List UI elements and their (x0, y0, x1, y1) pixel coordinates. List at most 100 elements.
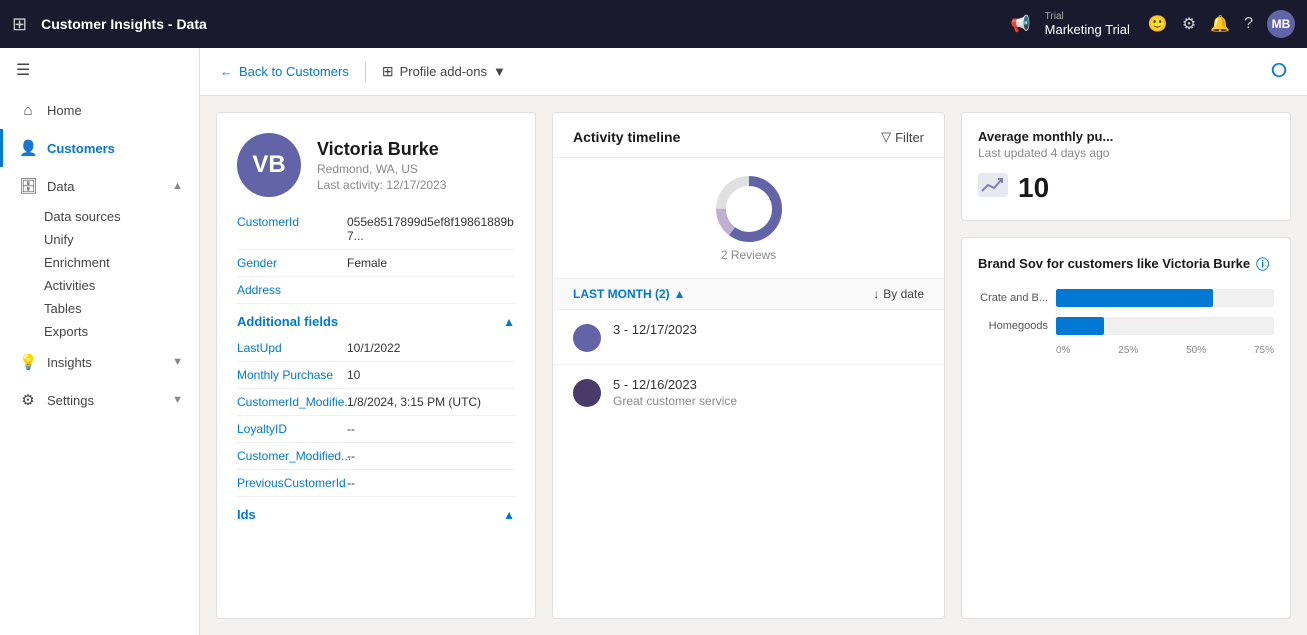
period-text: LAST MONTH (2) (573, 287, 670, 301)
smile-icon[interactable]: 🙂 (1148, 14, 1168, 34)
activity-title: Activity timeline (573, 129, 680, 145)
field-label-lastupd: LastUpd (237, 341, 347, 355)
sidebar-label-unify: Unify (44, 232, 74, 247)
metric-updated: Last updated 4 days ago (978, 146, 1274, 160)
brand-title: Brand Sov for customers like Victoria Bu… (978, 254, 1274, 273)
brand-bar-row-1: Homegoods (978, 317, 1274, 335)
grid-icon[interactable]: ⊞ (12, 14, 27, 35)
sidebar-item-customers[interactable]: 👤 Customers (0, 129, 199, 167)
filter-icon: ▽ (881, 129, 891, 145)
sidebar-item-tables[interactable]: Tables (0, 297, 199, 320)
customer-last-activity: Last activity: 12/17/2023 (317, 178, 446, 192)
bell-icon[interactable]: 🔔 (1210, 14, 1230, 34)
axis-label-0: 0% (1056, 345, 1070, 356)
activity-info-1: 5 - 12/16/2023 Great customer service (613, 377, 924, 408)
sidebar-item-data-sources[interactable]: Data sources (0, 205, 199, 228)
additional-fields-toggle-icon: ▲ (503, 315, 515, 329)
additional-fields-content: LastUpd 10/1/2022 Monthly Purchase 10 Cu… (217, 335, 535, 497)
ci-logo-icon: ⭘ (1271, 60, 1287, 83)
metric-value-row: 10 (978, 172, 1274, 204)
axis-label-1: 25% (1118, 345, 1138, 356)
help-icon[interactable]: ? (1244, 15, 1253, 33)
chevron-down-icon-addons: ▼ (493, 64, 506, 79)
activity-donut-chart (714, 174, 784, 244)
metric-value: 10 (1018, 172, 1049, 204)
ids-label: Ids (237, 507, 256, 522)
sidebar-label-activities: Activities (44, 278, 95, 293)
trial-name: Marketing Trial (1045, 22, 1130, 37)
additional-fields-section[interactable]: Additional fields ▲ (217, 304, 535, 335)
customer-info: Victoria Burke Redmond, WA, US Last acti… (317, 139, 446, 192)
sidebar-label-tables: Tables (44, 301, 82, 316)
metric-title: Average monthly pu... (978, 129, 1274, 144)
sidebar-item-insights[interactable]: 💡 Insights ▼ (0, 343, 199, 381)
donut-label: 2 Reviews (721, 248, 776, 262)
chevron-up-icon-period: ▲ (674, 287, 686, 301)
bar-axis: 0% 25% 50% 75% (978, 345, 1274, 356)
sidebar-item-settings[interactable]: ⚙ Settings ▼ (0, 381, 199, 419)
sort-label: By date (883, 287, 924, 301)
activity-dot-0 (573, 324, 601, 352)
brand-chart: Crate and B... Homegoods 0 (978, 289, 1274, 356)
metric-card: Average monthly pu... Last updated 4 day… (961, 112, 1291, 221)
customer-card: VB Victoria Burke Redmond, WA, US Last a… (216, 112, 536, 619)
activity-period-bar: LAST MONTH (2) ▲ ↓ By date (553, 278, 944, 309)
sidebar-item-activities[interactable]: Activities (0, 274, 199, 297)
profile-addons-button[interactable]: ⊞ Profile add-ons ▼ (382, 63, 506, 80)
chevron-down-icon-insights: ▼ (172, 356, 183, 368)
additional-fields-label: Additional fields (237, 314, 338, 329)
activity-header: Activity timeline ▽ Filter (553, 113, 944, 158)
announcement-icon[interactable]: 📢 (1011, 14, 1031, 34)
axis-label-2: 50% (1186, 345, 1206, 356)
data-icon: 🗄 (19, 177, 37, 195)
activity-main-1: 5 - 12/16/2023 (613, 377, 924, 392)
field-row-customerid: CustomerId 055e8517899d5ef8f19861889b7..… (237, 209, 515, 250)
field-row-address: Address (237, 277, 515, 304)
sidebar-item-exports[interactable]: Exports (0, 320, 199, 343)
bar-container-0 (1056, 289, 1274, 307)
sidebar-item-home[interactable]: ⌂ Home (0, 92, 199, 129)
field-row-lastupd: LastUpd 10/1/2022 (237, 335, 515, 362)
field-value-customer-modified: -- (347, 449, 515, 463)
sort-button[interactable]: ↓ By date (873, 287, 924, 301)
field-label-customer-modified: Customer_Modified... (237, 449, 347, 463)
brand-name-0: Crate and B... (978, 292, 1048, 304)
activity-sub-1: Great customer service (613, 394, 924, 408)
sidebar-item-unify[interactable]: Unify (0, 228, 199, 251)
sidebar-label-settings: Settings (47, 393, 162, 408)
field-value-gender: Female (347, 256, 515, 270)
hamburger-icon[interactable]: ☰ (0, 48, 199, 92)
sidebar-label-data: Data (47, 179, 162, 194)
field-row-customerid-modified: CustomerId_Modifie... 1/8/2024, 3:15 PM … (237, 389, 515, 416)
sidebar-item-enrichment[interactable]: Enrichment (0, 251, 199, 274)
field-label-address: Address (237, 283, 347, 297)
bar-fill-0 (1056, 289, 1213, 307)
user-avatar[interactable]: MB (1267, 10, 1295, 38)
ids-section[interactable]: Ids ▲ (217, 497, 535, 528)
sidebar-label-customers: Customers (47, 141, 183, 156)
app-title: Customer Insights - Data (41, 16, 1001, 32)
back-arrow-icon: ← (220, 64, 233, 79)
gear-icon[interactable]: ⚙ (1182, 14, 1196, 34)
back-to-customers-button[interactable]: ← Back to Customers (220, 64, 349, 79)
ids-toggle-icon: ▲ (503, 508, 515, 522)
customer-fields: CustomerId 055e8517899d5ef8f19861889b7..… (217, 209, 535, 304)
customer-location: Redmond, WA, US (317, 162, 446, 176)
activity-donut-area: 2 Reviews (553, 158, 944, 278)
main-layout: ☰ ⌂ Home 👤 Customers 🗄 Data ▲ Data sourc… (0, 48, 1307, 635)
sidebar-item-data[interactable]: 🗄 Data ▲ (0, 167, 199, 205)
field-value-lastupd: 10/1/2022 (347, 341, 515, 355)
chevron-up-icon: ▲ (172, 180, 183, 192)
settings-icon: ⚙ (19, 391, 37, 409)
customers-icon: 👤 (19, 139, 37, 157)
brand-title-text: Brand Sov for customers like Victoria Bu… (978, 256, 1250, 271)
activity-dot-1 (573, 379, 601, 407)
field-label-customerid: CustomerId (237, 215, 347, 229)
field-value-customerid: 055e8517899d5ef8f19861889b7... (347, 215, 515, 243)
info-icon[interactable]: ⓘ (1256, 254, 1269, 273)
main-scroll: VB Victoria Burke Redmond, WA, US Last a… (200, 96, 1307, 635)
period-label[interactable]: LAST MONTH (2) ▲ (573, 287, 686, 301)
field-row-gender: Gender Female (237, 250, 515, 277)
filter-button[interactable]: ▽ Filter (881, 129, 924, 145)
field-row-monthly-purchase: Monthly Purchase 10 (237, 362, 515, 389)
